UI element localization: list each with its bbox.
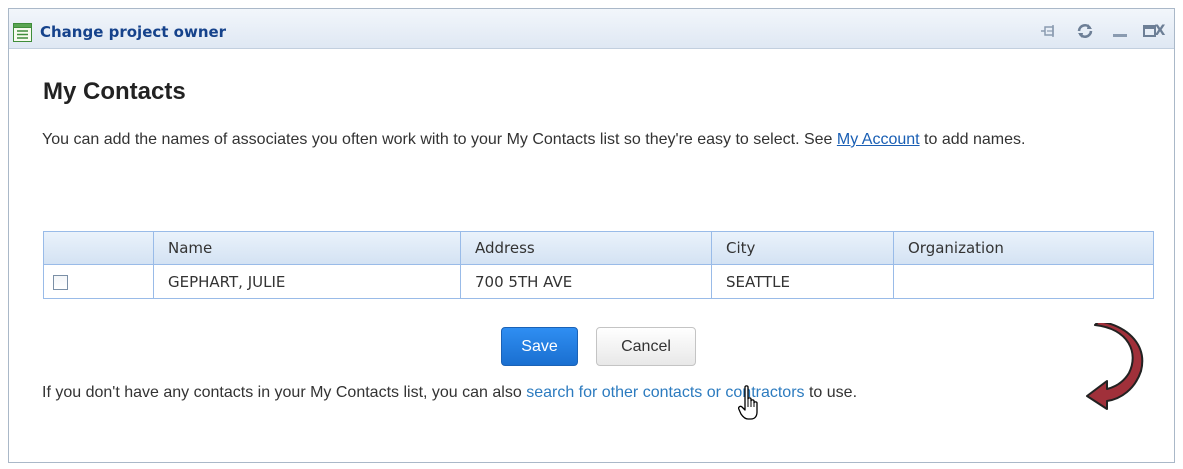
row-city: SEATTLE (711, 264, 894, 299)
table-header-row: Name Address City Organization (43, 231, 1154, 265)
column-header-city[interactable]: City (711, 231, 894, 265)
column-header-name[interactable]: Name (153, 231, 461, 265)
intro-text-after: to add names. (919, 131, 1026, 148)
pin-icon[interactable] (1039, 21, 1059, 41)
my-account-link[interactable]: My Account (837, 131, 920, 148)
intro-text-before: You can add the names of associates you … (42, 131, 837, 148)
footer-text: If you don't have any contacts in your M… (42, 382, 857, 404)
column-header-address[interactable]: Address (460, 231, 712, 265)
curved-arrow-icon (1086, 323, 1144, 410)
minimize-icon[interactable] (1110, 21, 1130, 41)
dialog-title: Change project owner (40, 23, 227, 41)
row-select-checkbox[interactable] (53, 274, 68, 290)
change-project-owner-dialog: Change project owner X My Contacts You c… (8, 8, 1175, 463)
page-title: My Contacts (43, 78, 186, 105)
table-row[interactable]: GEPHART, JULIE 700 5TH AVE SEATTLE (43, 264, 1154, 299)
column-header-select (43, 231, 154, 265)
column-header-organization[interactable]: Organization (893, 231, 1154, 265)
dialog-titlebar: Change project owner X (9, 9, 1174, 49)
row-organization (893, 264, 1154, 299)
contacts-table: Name Address City Organization GEPHART, … (43, 231, 1154, 299)
close-icon[interactable]: X (1149, 21, 1171, 41)
row-address: 700 5TH AVE (460, 264, 712, 299)
search-contacts-link[interactable]: search for other contacts or contractors (526, 384, 804, 401)
footer-text-after: to use. (804, 384, 858, 401)
form-icon (13, 23, 32, 42)
footer-text-before: If you don't have any contacts in your M… (42, 384, 527, 401)
intro-text: You can add the names of associates you … (42, 127, 1142, 153)
row-name: GEPHART, JULIE (153, 264, 461, 299)
refresh-icon[interactable] (1075, 21, 1095, 41)
hand-cursor-icon (738, 385, 758, 420)
cancel-button[interactable]: Cancel (596, 327, 696, 366)
row-select-cell (43, 264, 154, 299)
save-button[interactable]: Save (501, 327, 578, 366)
